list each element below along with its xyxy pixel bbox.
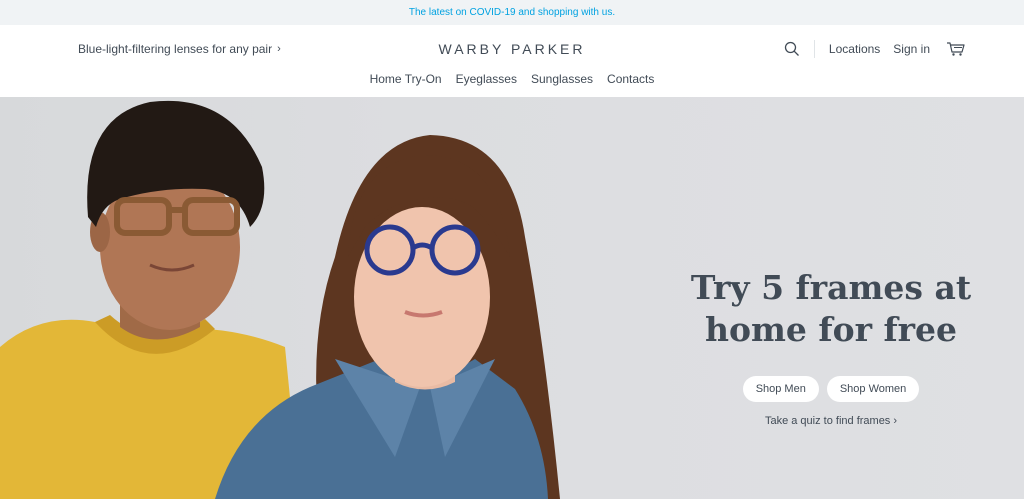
site-header: Blue-light-filtering lenses for any pair… [0, 25, 1024, 97]
covid-banner-link[interactable]: The latest on COVID-19 and shopping with… [409, 7, 615, 18]
shop-women-button[interactable]: Shop Women [826, 376, 920, 402]
nav-sunglasses[interactable]: Sunglasses [531, 72, 593, 86]
shop-men-button[interactable]: Shop Men [742, 376, 819, 402]
hero-section: Try 5 frames at home for free Shop Men S… [0, 97, 1024, 499]
headline-line-2: home for free [704, 310, 958, 349]
hero-ctas: Shop Men Shop Women [680, 376, 982, 402]
headline-line-1: Try 5 frames at [690, 268, 972, 307]
locations-link[interactable]: Locations [829, 42, 880, 56]
hero-headline: Try 5 frames at home for free [680, 267, 982, 351]
divider [813, 40, 815, 58]
nav-home-try-on[interactable]: Home Try-On [370, 72, 442, 86]
utility-nav: Locations Sign in [784, 40, 966, 58]
main-nav: Home Try-On Eyeglasses Sunglasses Contac… [0, 72, 1024, 86]
nav-contacts[interactable]: Contacts [607, 72, 654, 86]
quiz-link[interactable]: Take a quiz to find frames › [680, 415, 982, 427]
sign-in-link[interactable]: Sign in [893, 42, 930, 56]
search-icon[interactable] [784, 41, 800, 57]
nav-eyeglasses[interactable]: Eyeglasses [456, 72, 517, 86]
cart-icon[interactable] [946, 41, 966, 57]
top-banner: The latest on COVID-19 and shopping with… [0, 0, 1024, 25]
